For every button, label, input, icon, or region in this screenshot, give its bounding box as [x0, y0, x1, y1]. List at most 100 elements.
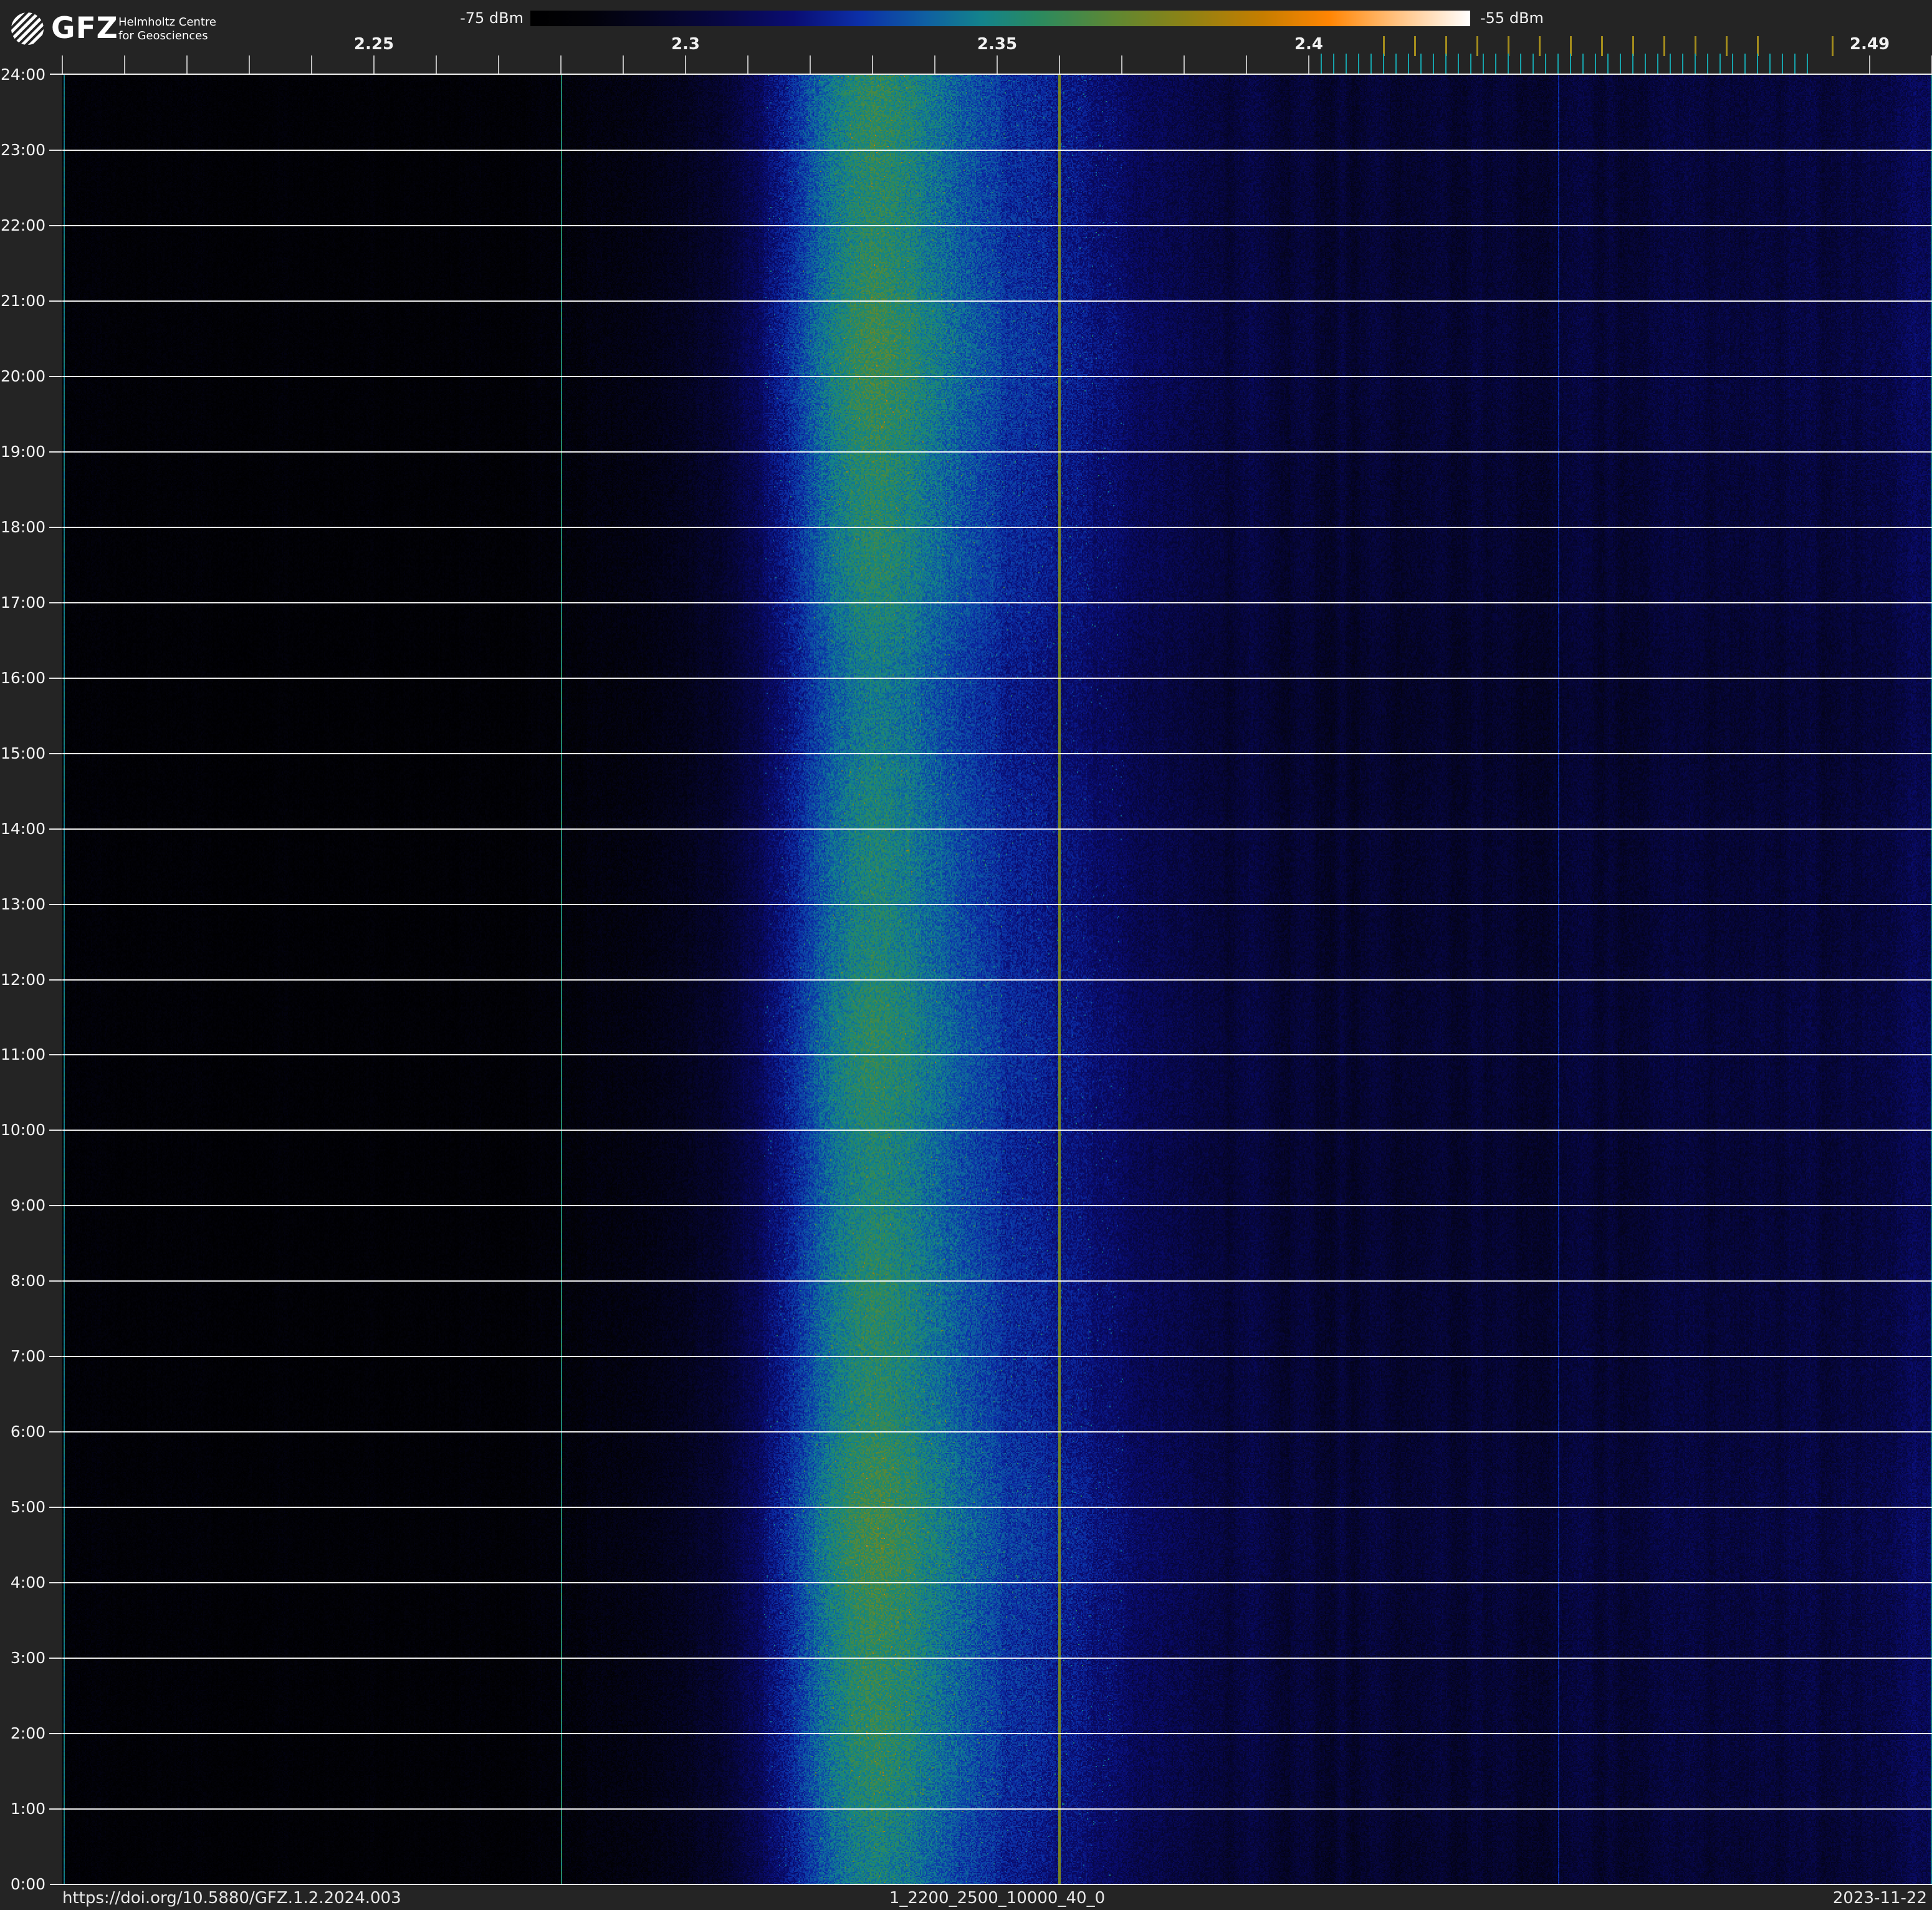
- ble-channel-tick: [1682, 54, 1683, 74]
- hour-tick: [49, 149, 62, 151]
- freq-tick: [1059, 55, 1060, 74]
- freq-tick: [249, 55, 250, 74]
- freq-tick: [872, 55, 873, 74]
- ble-channel-tick: [1395, 54, 1397, 74]
- hour-gridline: [62, 526, 1932, 528]
- hour-tick: [49, 1431, 62, 1433]
- hour-gridline: [62, 1733, 1932, 1735]
- hour-gridline: [62, 1054, 1932, 1056]
- hour-tick: [49, 1658, 62, 1659]
- ble-channel-tick: [1458, 54, 1459, 74]
- ble-channel-tick: [1495, 54, 1496, 74]
- wifi-channel-tick: [1601, 36, 1603, 56]
- ble-channel-tick: [1719, 54, 1721, 74]
- wifi-channel-tick: [1663, 36, 1665, 56]
- freq-tick-label: 2.35: [977, 35, 1018, 54]
- hour-label: 12:00: [0, 970, 45, 989]
- hour-label: 3:00: [10, 1649, 45, 1668]
- hour-tick: [49, 300, 62, 302]
- ble-channel-tick: [1508, 54, 1509, 74]
- bottom-axis-line: [50, 1884, 1932, 1885]
- colorbar-min-label: -75 dBm: [460, 9, 524, 27]
- ble-channel-tick: [1657, 54, 1658, 74]
- freq-tick: [1308, 55, 1309, 74]
- wifi-channel-tick: [1539, 36, 1541, 56]
- ble-channel-tick: [1445, 54, 1447, 74]
- hour-tick: [49, 1507, 62, 1509]
- ble-channel-tick: [1632, 54, 1633, 74]
- freq-tick: [934, 55, 935, 74]
- ble-channel-tick: [1358, 54, 1359, 74]
- colorbar-gradient: [530, 11, 1470, 26]
- hour-gridline: [62, 1808, 1932, 1810]
- hour-label: 22:00: [0, 216, 45, 234]
- dataset-id-text: 1_2200_2500_10000_40_0: [889, 1889, 1106, 1908]
- ble-channel-tick: [1570, 54, 1571, 74]
- hour-gridline: [62, 677, 1932, 679]
- hour-label: 23:00: [0, 140, 45, 159]
- logo-subtitle-line2: for Geosciences: [118, 29, 208, 42]
- hour-tick: [49, 375, 62, 377]
- spectrogram-plot: [62, 75, 1932, 1884]
- freq-tick: [997, 55, 998, 74]
- doi-text: https://doi.org/10.5880/GFZ.1.2.2024.003: [62, 1889, 401, 1908]
- ble-channel-tick: [1533, 54, 1534, 74]
- freq-tick: [1869, 55, 1870, 74]
- hour-label: 1:00: [10, 1800, 45, 1818]
- gfz-logo-text: GFZ: [51, 11, 118, 46]
- ble-channel-tick: [1620, 54, 1621, 74]
- hour-gridline: [62, 903, 1932, 905]
- hour-tick: [49, 451, 62, 453]
- ble-channel-tick: [1744, 54, 1746, 74]
- ble-channel-tick: [1408, 54, 1409, 74]
- freq-tick: [810, 55, 811, 74]
- ble-channel-tick: [1483, 54, 1484, 74]
- ble-channel-tick: [1670, 54, 1671, 74]
- hour-tick: [49, 1280, 62, 1282]
- ble-channel-tick: [1794, 54, 1796, 74]
- hour-tick: [49, 1205, 62, 1207]
- hour-gridline: [62, 979, 1932, 981]
- hour-label: 7:00: [10, 1347, 45, 1366]
- hour-tick: [49, 1130, 62, 1131]
- hour-gridline: [62, 1280, 1932, 1282]
- ble-channel-tick: [1383, 54, 1384, 74]
- freq-tick-label: 2.4: [1294, 35, 1324, 54]
- hour-label: 18:00: [0, 517, 45, 536]
- freq-tick: [1184, 55, 1185, 74]
- ble-channel-tick: [1470, 54, 1471, 74]
- gfz-logo: GFZ Helmholtz Centre for Geosciences: [10, 10, 222, 51]
- wifi-channel-tick: [1726, 36, 1728, 56]
- freq-tick: [1121, 55, 1122, 74]
- hour-tick: [49, 903, 62, 905]
- freq-tick: [747, 55, 748, 74]
- hour-label: 17:00: [0, 593, 45, 612]
- hour-label: 6:00: [10, 1423, 45, 1441]
- freq-tick-label: 2.25: [353, 35, 395, 54]
- freq-tick-label: 2.49: [1849, 35, 1890, 54]
- wifi-channel-tick: [1414, 36, 1416, 56]
- hour-gridline: [62, 1507, 1932, 1509]
- hour-label: 8:00: [10, 1272, 45, 1290]
- ble-channel-tick: [1707, 54, 1708, 74]
- hour-tick: [49, 602, 62, 603]
- freq-tick: [1246, 55, 1247, 74]
- hour-tick: [49, 526, 62, 528]
- freq-tick: [124, 55, 125, 74]
- freq-tick: [311, 55, 312, 74]
- ble-channel-tick: [1545, 54, 1546, 74]
- hour-tick: [49, 979, 62, 981]
- freq-tick: [436, 55, 437, 74]
- ble-channel-tick: [1807, 54, 1808, 74]
- ble-channel-tick: [1321, 54, 1322, 74]
- hour-tick: [49, 1356, 62, 1358]
- freq-tick: [62, 55, 63, 74]
- ble-channel-tick: [1520, 54, 1521, 74]
- hour-tick: [49, 1808, 62, 1810]
- hour-gridline: [62, 1130, 1932, 1131]
- colorbar-max-label: -55 dBm: [1480, 9, 1544, 27]
- hour-label: 5:00: [10, 1498, 45, 1517]
- gfz-spectrogram-view: GFZ Helmholtz Centre for Geosciences -75…: [0, 0, 1932, 1910]
- wifi-channel-tick: [1476, 36, 1478, 56]
- hour-label: 19:00: [0, 442, 45, 461]
